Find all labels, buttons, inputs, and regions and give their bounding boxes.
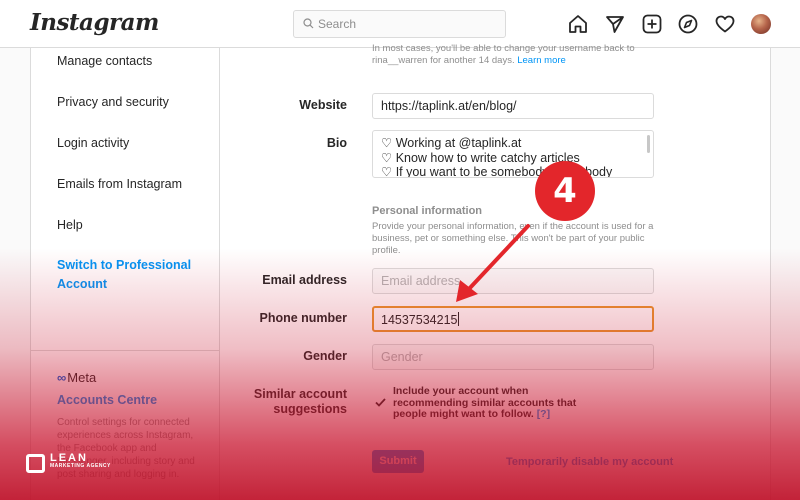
settings-sidebar: Manage contacts Privacy and security Log… [31, 48, 220, 500]
similar-accounts-label: Similar account suggestions [253, 387, 347, 416]
learn-more-link[interactable]: Learn more [517, 55, 566, 66]
bio-scrollbar[interactable] [647, 135, 650, 153]
bio-line: ♡ Know how to write catchy articles [381, 150, 580, 165]
sidebar-divider [31, 350, 220, 351]
bio-textarea[interactable]: ♡ Working at @taplink.at ♡ Know how to w… [372, 130, 654, 178]
username-note: In most cases, you'll be able to change … [372, 43, 635, 66]
step-number-badge: 4 [535, 161, 595, 221]
gender-field[interactable]: Gender [372, 344, 654, 370]
website-field[interactable]: https://taplink.at/en/blog/ [372, 93, 654, 119]
accounts-centre-description: Control settings for connected experienc… [57, 417, 195, 480]
similar-accounts-text: Include your account when recommending s… [393, 385, 577, 420]
profile-avatar[interactable] [751, 14, 771, 34]
watermark-tagline: MARKETING AGENCY [50, 463, 111, 469]
meta-infinity-icon: ∞ [57, 370, 67, 385]
instagram-logo[interactable]: Instagram [30, 9, 159, 36]
email-label: Email address [262, 273, 347, 287]
accounts-centre-link[interactable]: Accounts Centre [57, 393, 157, 407]
phone-label: Phone number [259, 311, 347, 325]
phone-number-field[interactable]: 14537534215 [372, 306, 654, 332]
website-label: Website [299, 98, 347, 112]
new-post-icon[interactable] [641, 13, 663, 35]
similar-accounts-checkbox[interactable] [374, 396, 387, 409]
similar-help-link[interactable]: [?] [537, 408, 550, 420]
direct-message-icon[interactable] [604, 13, 626, 35]
switch-to-professional-link[interactable]: Switch to Professional Account [57, 256, 207, 294]
search-placeholder: Search [318, 17, 357, 31]
meta-logo: ∞Meta [57, 370, 97, 385]
sidebar-item-privacy-security[interactable]: Privacy and security [57, 95, 169, 109]
search-input[interactable]: Search [293, 10, 506, 38]
home-icon[interactable] [567, 13, 589, 35]
bio-line: ♡ Working at @taplink.at [381, 136, 522, 150]
email-field[interactable]: Email address [372, 268, 654, 294]
explore-icon[interactable] [677, 13, 699, 35]
bio-label: Bio [326, 136, 347, 150]
top-navigation-bar: Instagram Search [0, 0, 800, 48]
personal-info-description: Provide your personal information, even … [372, 221, 654, 256]
bio-line: ♡ If you want to be somebody, somebody [381, 165, 613, 178]
search-icon [303, 18, 314, 29]
sidebar-item-emails[interactable]: Emails from Instagram [57, 177, 182, 191]
activity-heart-icon[interactable] [714, 13, 736, 35]
gender-label: Gender [303, 349, 347, 363]
sidebar-item-help[interactable]: Help [57, 218, 83, 232]
personal-info-title: Personal information [372, 205, 483, 217]
watermark-logo-icon [26, 454, 45, 473]
sidebar-item-login-activity[interactable]: Login activity [57, 136, 129, 150]
text-cursor [458, 312, 460, 326]
disable-account-link[interactable]: Temporarily disable my account [506, 456, 673, 468]
submit-button[interactable]: Submit [372, 450, 424, 473]
sidebar-item-manage-contacts[interactable]: Manage contacts [57, 54, 152, 68]
